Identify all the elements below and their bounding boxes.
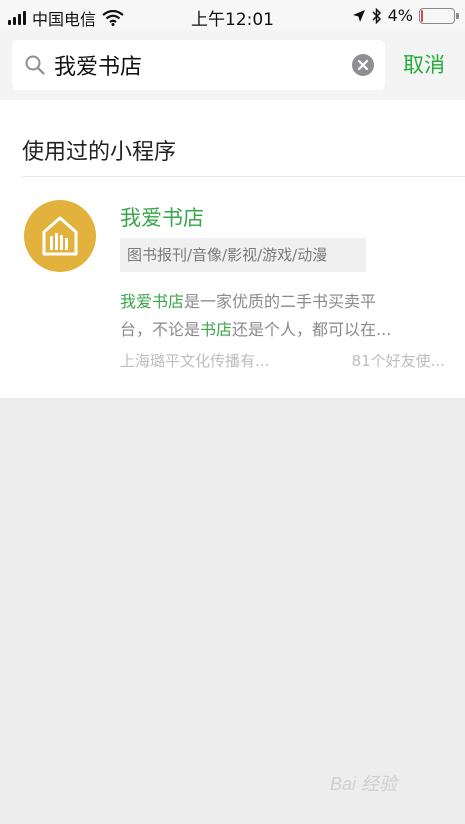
- location-arrow-icon: [352, 9, 365, 22]
- app-description: 我爱书店是一家优质的二手书买卖平 台，不论是书店还是个人，都可以在...: [120, 288, 445, 344]
- divider: [22, 176, 465, 177]
- results-panel: 使用过的小程序 我爱书店 图书报刊/音像/影视/游戏/动漫 我爱书店是一家优质的…: [0, 100, 465, 398]
- section-title: 使用过的小程序: [22, 140, 177, 165]
- battery-icon: [419, 7, 459, 24]
- description-line-2: 台，不论是书店还是个人，都可以在...: [120, 316, 445, 344]
- publisher-label: 上海璐平文化传播有...: [120, 352, 270, 370]
- search-icon: [25, 55, 45, 75]
- description-line-1: 我爱书店是一家优质的二手书买卖平: [120, 288, 445, 316]
- clear-icon[interactable]: [351, 53, 375, 77]
- watermark-logo: Bai 经验: [330, 774, 398, 794]
- search-query: 我爱书店: [54, 55, 143, 80]
- battery-fill: [421, 9, 423, 22]
- cancel-button[interactable]: 取消: [403, 49, 445, 79]
- search-header: 我爱书店 取消: [0, 30, 465, 100]
- bookshelf-icon: [42, 216, 78, 256]
- bluetooth-icon: [372, 7, 381, 24]
- app-meta: 上海璐平文化传播有... 81个好友使...: [120, 350, 445, 371]
- search-input[interactable]: 我爱书店: [12, 40, 385, 90]
- app-category-tag: 图书报刊/音像/影视/游戏/动漫: [120, 238, 366, 272]
- status-right: 4%: [352, 6, 459, 25]
- app-name: 我爱书店: [120, 206, 204, 230]
- keyword-highlight: 书店: [200, 320, 233, 339]
- status-bar: 中国电信 上午12:01 4%: [0, 0, 465, 30]
- friends-used-label: 81个好友使...: [351, 352, 445, 370]
- description-text: 还是个人，都可以在...: [232, 320, 392, 339]
- description-text: 是一家优质的二手书买卖平: [184, 292, 377, 311]
- keyword-highlight: 我爱书店: [120, 292, 185, 311]
- battery-percent: 4%: [387, 6, 413, 25]
- description-text: 台，不论是: [120, 320, 201, 339]
- app-icon: [24, 200, 96, 272]
